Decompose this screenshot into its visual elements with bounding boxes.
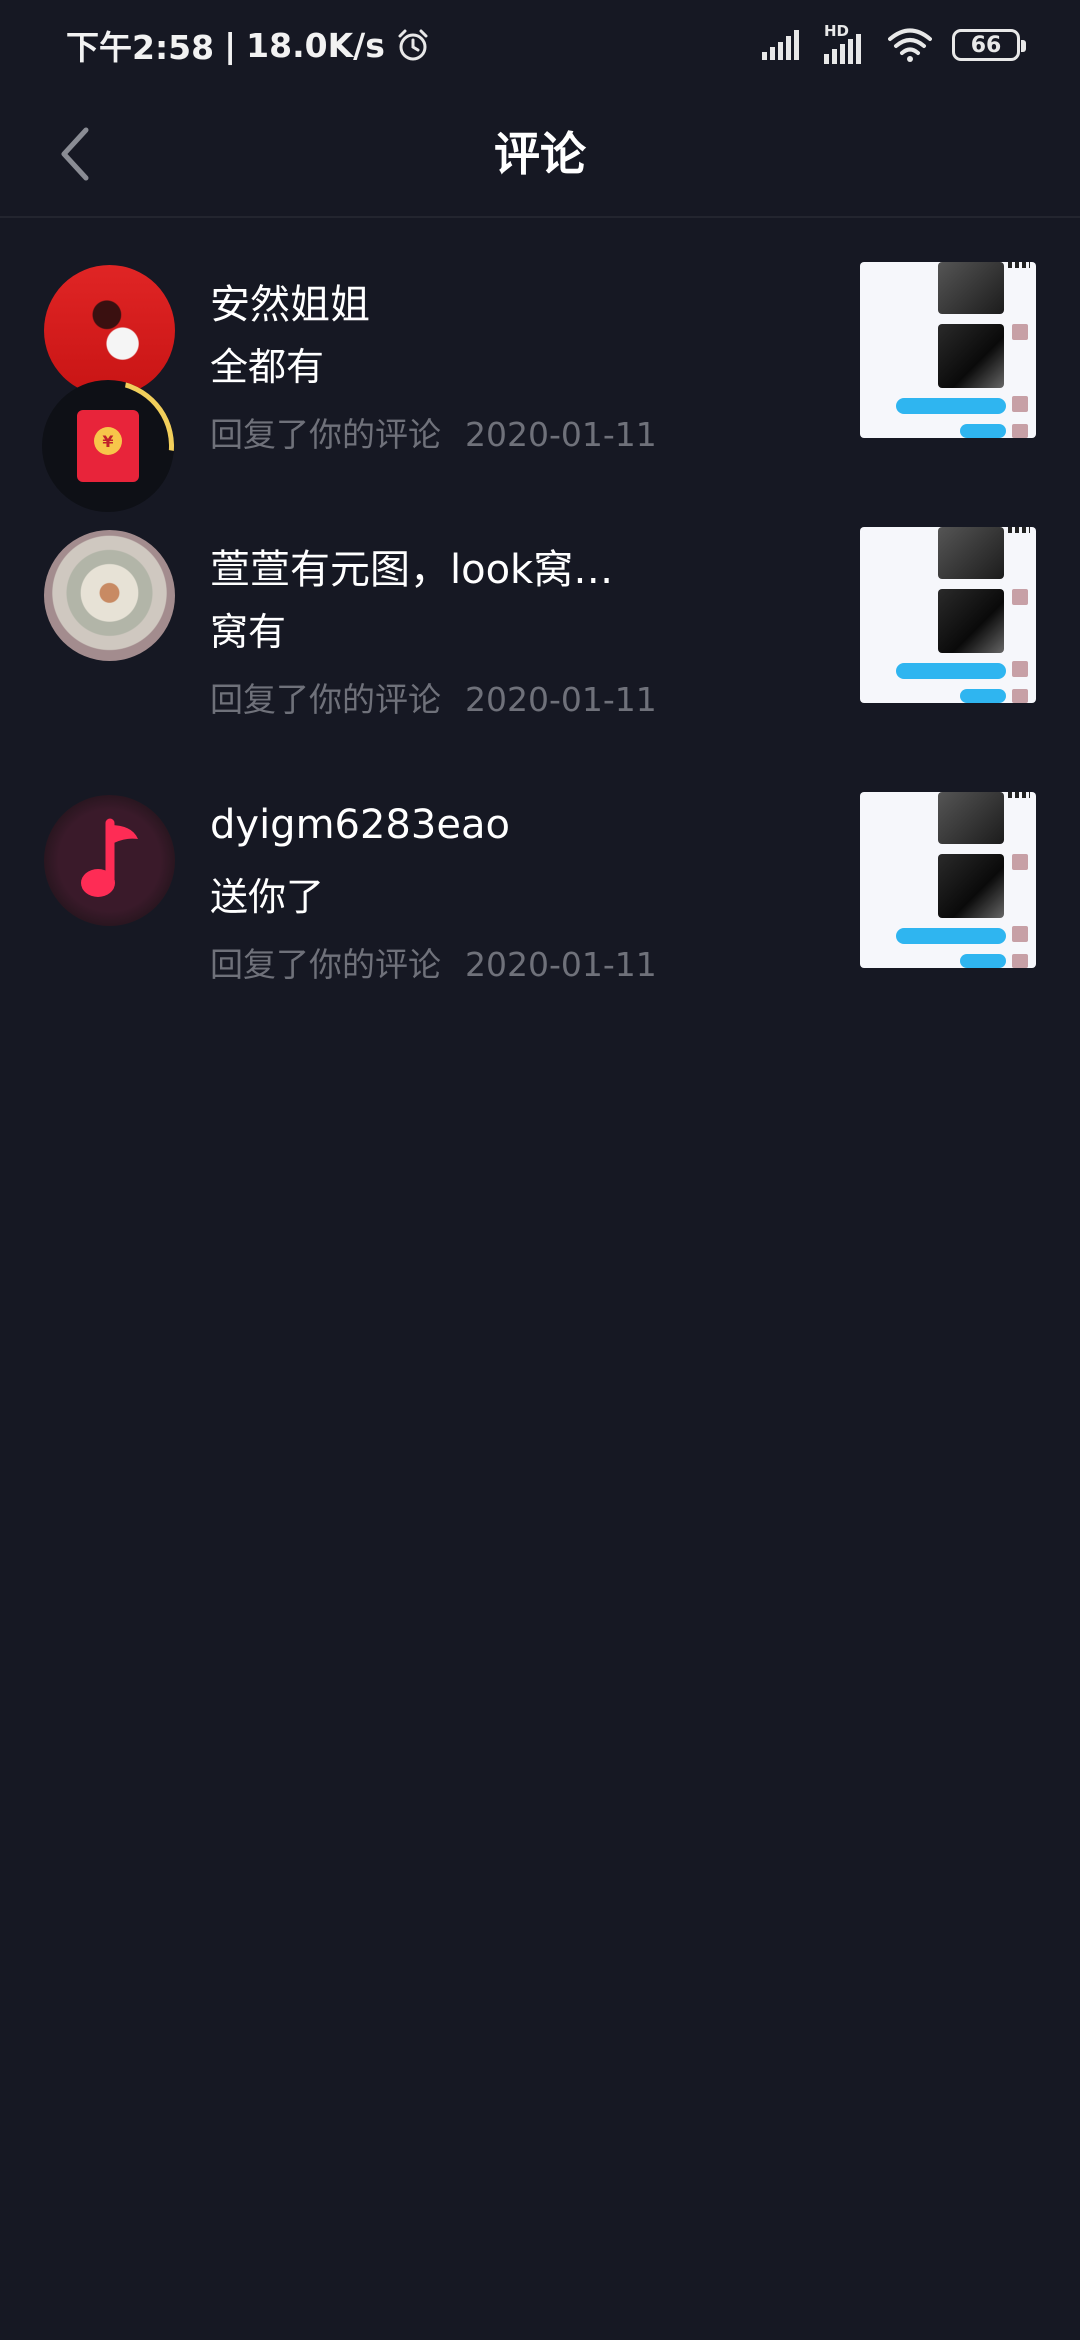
video-thumbnail[interactable]: [860, 527, 1036, 703]
comment-meta: 回复了你的评论 2020-01-11: [210, 408, 657, 456]
thumb-chat-bubble: [960, 689, 1006, 703]
comment-date: 2020-01-11: [465, 680, 657, 719]
status-separator: |: [224, 25, 237, 65]
thumb-dots: [1008, 527, 1030, 533]
status-time: 下午2:58: [66, 28, 215, 67]
nav-header: 评论: [0, 90, 1080, 218]
thumb-avatar: [1012, 926, 1028, 942]
comment-meta: 回复了你的评论 2020-01-11: [210, 938, 657, 986]
battery-level: 66: [970, 32, 1002, 58]
network-speed: 18.0K/s: [246, 25, 385, 65]
avatar[interactable]: [44, 795, 175, 926]
thumb-photo-1: [938, 792, 1004, 844]
status-bar: 下午2:58 | 18.0K/s HD 66: [0, 0, 1080, 90]
thumb-avatar: [1012, 424, 1028, 438]
thumb-chat-bubble: [896, 928, 1006, 944]
thumb-chat-bubble: [896, 663, 1006, 679]
thumb-avatar: [1012, 661, 1028, 677]
comment-meta: 回复了你的评论 2020-01-11: [210, 673, 657, 721]
thumb-photo-1: [938, 527, 1004, 579]
thumb-avatar: [1012, 954, 1028, 968]
page-title: 评论: [494, 127, 586, 181]
comment-date: 2020-01-11: [465, 415, 657, 454]
thumb-dots: [1008, 262, 1030, 268]
thumb-photo-2: [938, 324, 1004, 388]
thumb-avatar: [1012, 324, 1028, 340]
comments-page: 下午2:58 | 18.0K/s HD 66 评论 ¥ 安然姐姐 全都有 回复了…: [0, 0, 1080, 2340]
battery-indicator: 66: [952, 29, 1026, 61]
comment-date: 2020-01-11: [465, 945, 657, 984]
comment-action: 回复了你的评论: [210, 680, 441, 719]
thumb-avatar: [1012, 854, 1028, 870]
avatar[interactable]: [44, 530, 175, 661]
comment-text: 窝有: [210, 610, 287, 654]
commenter-name[interactable]: dyigm6283eao: [210, 802, 510, 848]
status-left: 下午2:58 | 18.0K/s: [66, 21, 431, 69]
comment-text: 全都有: [210, 345, 325, 389]
comment-item[interactable]: ¥ 安然姐姐 全都有 回复了你的评论 2020-01-11: [0, 250, 1080, 515]
cell-signal-hd: HD: [824, 22, 868, 64]
wifi-icon: [888, 28, 932, 62]
thumb-photo-1: [938, 262, 1004, 314]
commenter-name[interactable]: 萱萱有元图，look窝…: [210, 537, 613, 595]
alarm-icon: [398, 29, 428, 61]
cell-signal-icon-2: [824, 34, 861, 64]
avatar[interactable]: [44, 265, 175, 396]
thumb-avatar: [1012, 396, 1028, 412]
thumb-chat-bubble: [960, 954, 1006, 968]
comment-action: 回复了你的评论: [210, 415, 441, 454]
thumb-avatar: [1012, 689, 1028, 703]
thumb-chat-bubble: [896, 398, 1006, 414]
commenter-name[interactable]: 安然姐姐: [210, 272, 370, 330]
comment-item[interactable]: dyigm6283eao 送你了 回复了你的评论 2020-01-11: [0, 780, 1080, 1045]
thumb-dots: [1008, 792, 1030, 798]
thumb-chat-bubble: [960, 424, 1006, 438]
music-note-icon: [81, 818, 138, 897]
thumb-avatar: [1012, 589, 1028, 605]
comment-action: 回复了你的评论: [210, 945, 441, 984]
video-thumbnail[interactable]: [860, 262, 1036, 438]
cell-signal-icon: [762, 30, 799, 60]
thumb-photo-2: [938, 589, 1004, 653]
comment-item[interactable]: 萱萱有元图，look窝… 窝有 回复了你的评论 2020-01-11: [0, 515, 1080, 780]
thumb-photo-2: [938, 854, 1004, 918]
video-thumbnail[interactable]: [860, 792, 1036, 968]
comment-text: 送你了: [210, 875, 325, 919]
status-right: HD 66: [762, 22, 1026, 64]
